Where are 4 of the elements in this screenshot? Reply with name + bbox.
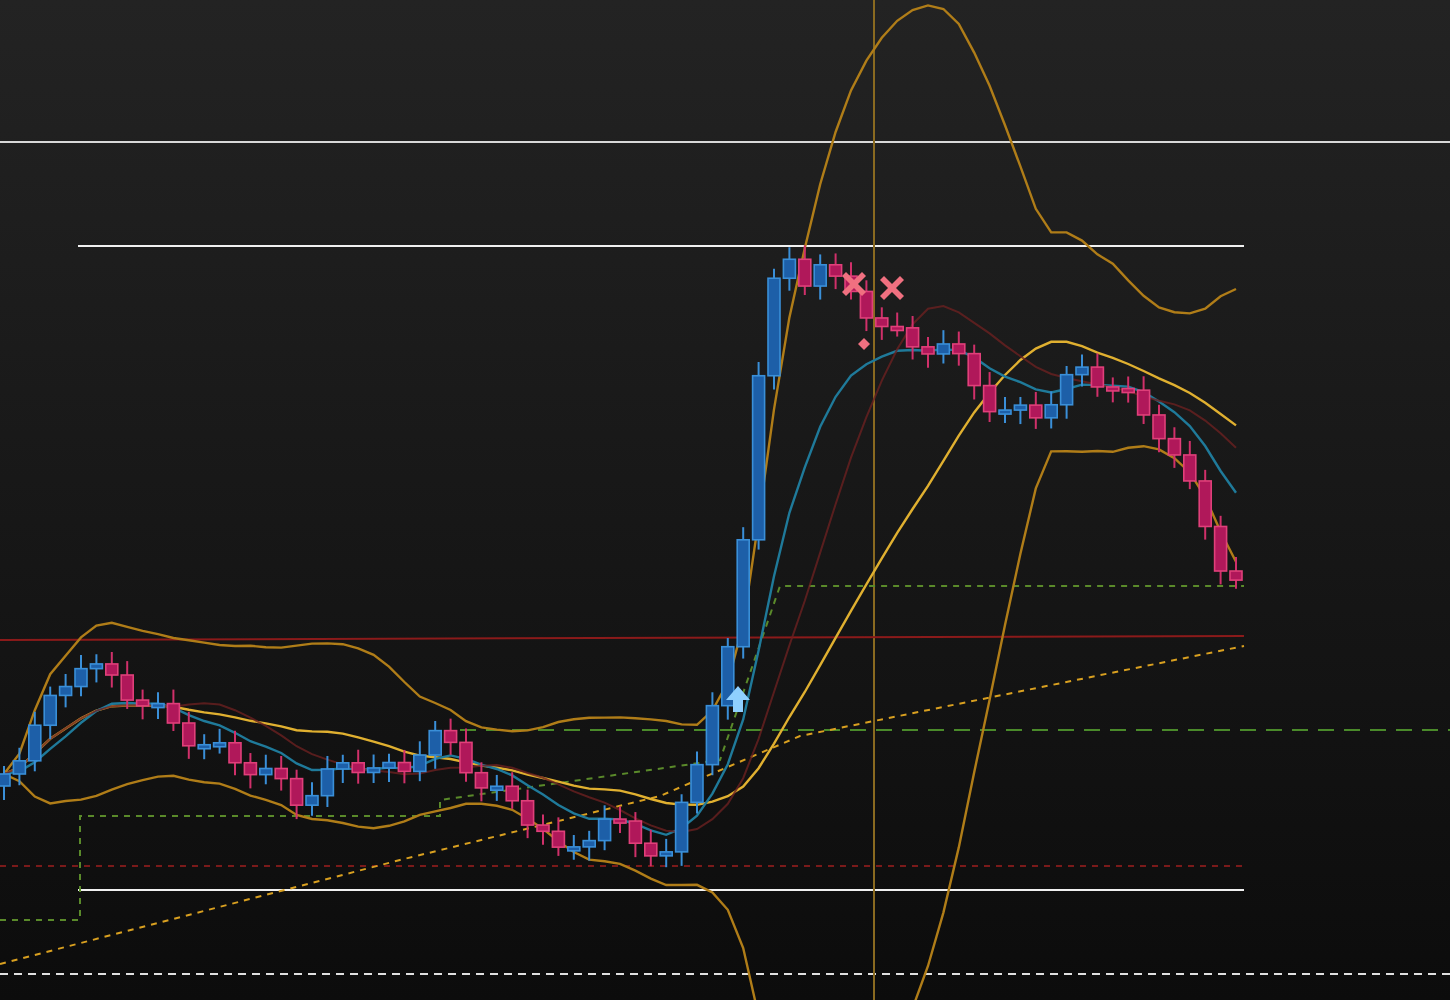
- x-mark-icon: [842, 272, 866, 296]
- diamond-icon: [858, 338, 870, 350]
- up-arrow-icon: [726, 686, 750, 712]
- x-mark-icon: [880, 276, 904, 300]
